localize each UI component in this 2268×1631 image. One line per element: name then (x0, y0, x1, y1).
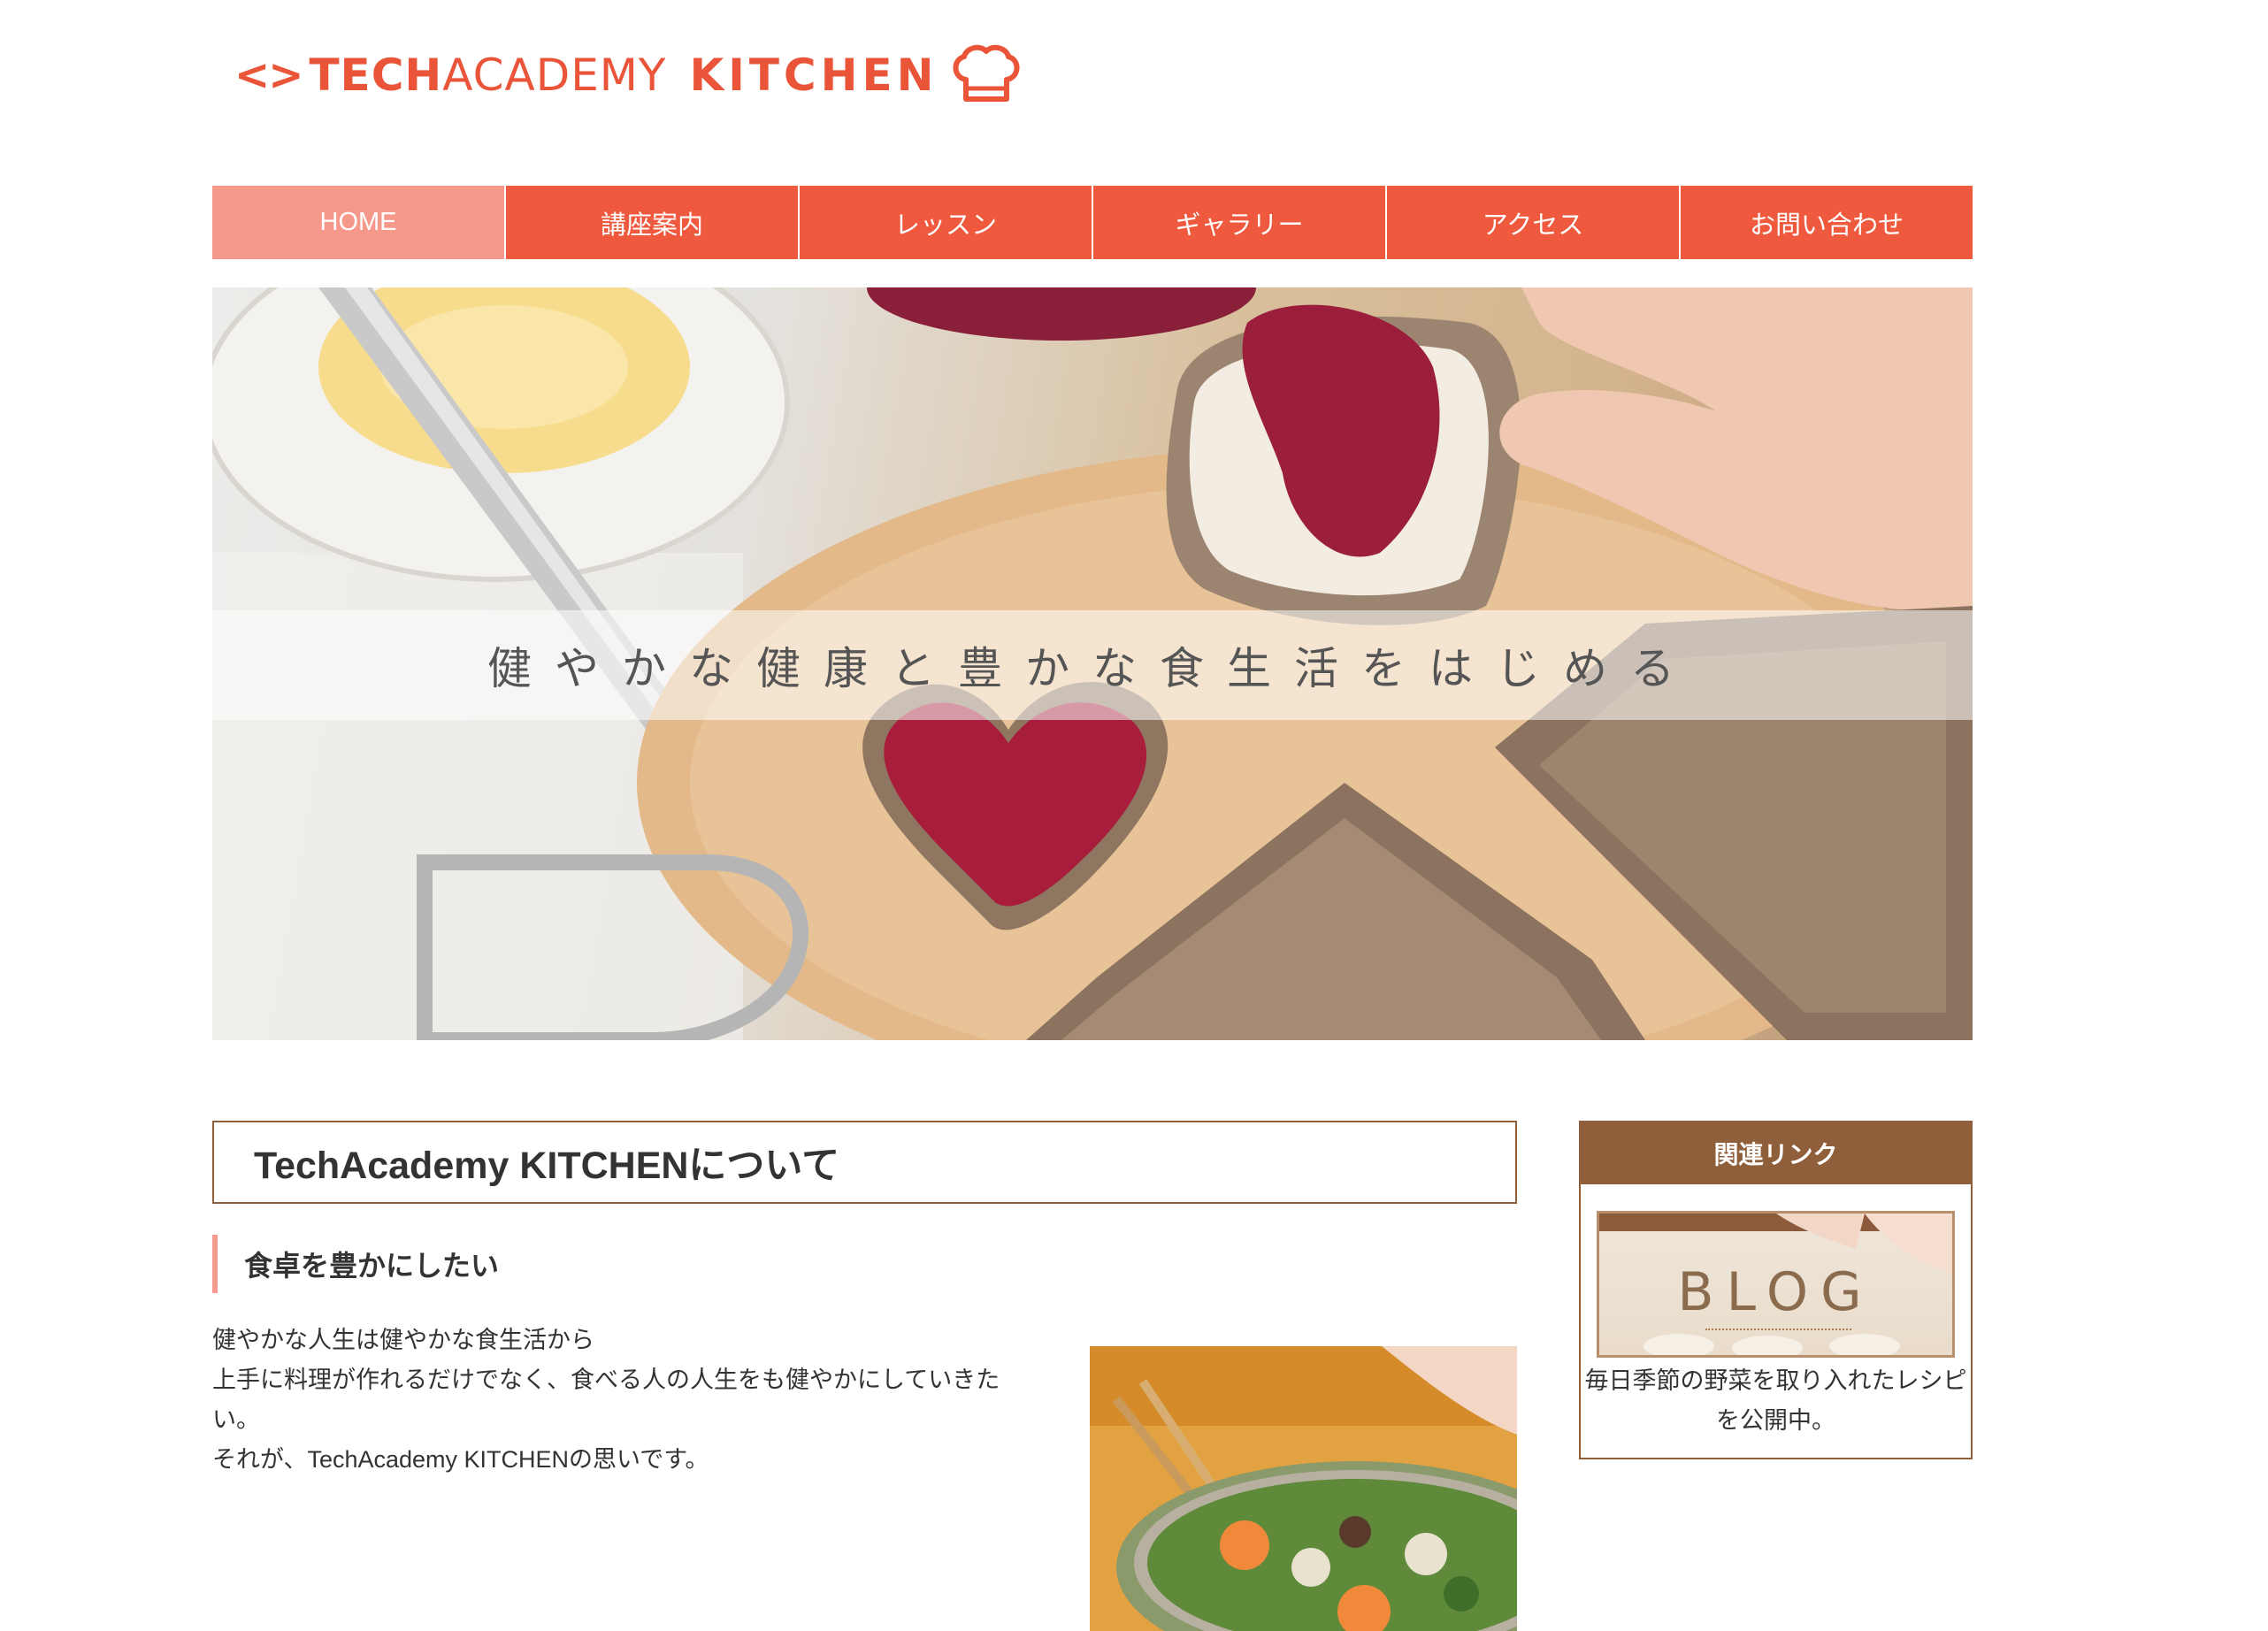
intro-line: それが、TechAcademy KITCHENの思いです。 (212, 1446, 709, 1473)
logo-code-mark: <> (234, 50, 303, 100)
nav-item-home[interactable]: HOME (212, 186, 504, 259)
chef-hat-icon (953, 44, 1020, 102)
main-nav: HOME 講座案内 レッスン ギャラリー アクセス お問い合わせ (212, 186, 1973, 259)
blog-banner-label: BLOG (1677, 1261, 1874, 1323)
nav-item-access[interactable]: アクセス (1385, 186, 1679, 259)
nav-item-contact[interactable]: お問い合わせ (1679, 186, 1973, 259)
hotpot-photo (1090, 1346, 1517, 1631)
hotpot-illustration (1090, 1346, 1517, 1631)
nav-item-lessons[interactable]: レッスン (798, 186, 1092, 259)
nav-item-gallery[interactable]: ギャラリー (1092, 186, 1385, 259)
intro-line: 健やかな人生は健やかな食生活から (212, 1327, 594, 1353)
related-links-panel: 関連リンク BLOG 毎日季節の野菜を取り入れたレシピを公開中。 (1579, 1121, 1973, 1459)
site-logo[interactable]: <> TECH ACADEMY KITCHEN (234, 40, 1023, 111)
section-title: TechAcademy KITCHENについて (254, 1145, 840, 1187)
logo-kitchen: KITCHEN (689, 50, 939, 101)
intro-paragraph: 健やかな人生は健やかな食生活から 上手に料理が作れるだけでなく、食べる人の人生を… (212, 1321, 1026, 1480)
blog-banner-link[interactable]: BLOG (1597, 1211, 1955, 1358)
section-title-box: TechAcademy KITCHENについて (212, 1121, 1517, 1204)
blog-description: 毎日季節の野菜を取り入れたレシピを公開中。 (1584, 1367, 1967, 1434)
hero-caption-band: 健やかな健康と豊かな食生活をはじめる (212, 610, 1973, 720)
logo-tech: TECH (309, 50, 443, 101)
sub-heading-text: 食卓を豊かにしたい (244, 1250, 500, 1282)
hero-image: 健やかな健康と豊かな食生活をはじめる (212, 287, 1973, 1040)
sub-heading: 食卓を豊かにしたい (212, 1235, 499, 1293)
hero-caption: 健やかな健康と豊かな食生活をはじめる (487, 643, 1697, 694)
nav-item-courses[interactable]: 講座案内 (504, 186, 798, 259)
blog-banner-divider (1705, 1329, 1851, 1330)
logo-academy: ACADEMY (442, 50, 667, 101)
related-links-title: 関連リンク (1581, 1122, 1971, 1184)
intro-line: 上手に料理が作れるだけでなく、食べる人の人生をも健やかにしていきたい。 (212, 1367, 1000, 1433)
